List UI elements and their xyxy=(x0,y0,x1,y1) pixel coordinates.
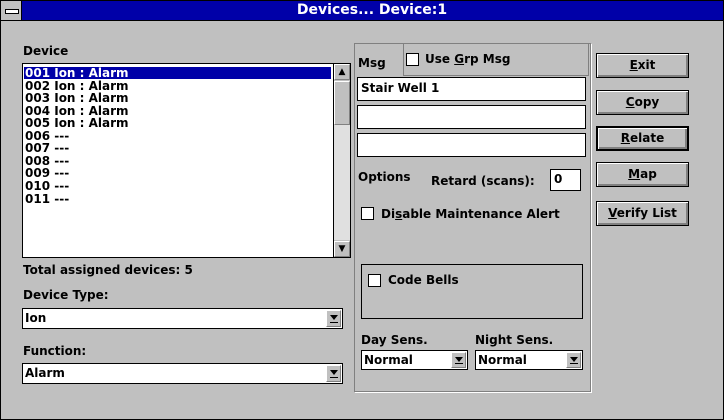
device-list-item[interactable]: 002 Ion : Alarm xyxy=(24,80,129,92)
retard-label: Retard (scans): xyxy=(431,174,535,188)
function-value: Alarm xyxy=(25,366,65,380)
device-list-item[interactable]: 009 --- xyxy=(24,167,69,179)
night-sens-value: Normal xyxy=(478,353,527,367)
msg-line-3-input[interactable] xyxy=(357,133,586,157)
dropdown-arrow-icon[interactable] xyxy=(326,310,341,327)
disable-maintenance-label[interactable]: Disable Maintenance Alert xyxy=(381,207,560,221)
window-title: Devices... Device:1 xyxy=(296,2,448,18)
scroll-thumb[interactable] xyxy=(334,81,350,125)
device-list-item[interactable]: 004 Ion : Alarm xyxy=(24,105,129,117)
total-assigned-text: Total assigned devices: 5 xyxy=(23,263,193,277)
verify-list-button[interactable]: Verify List xyxy=(596,201,689,226)
msg-line-2-input[interactable] xyxy=(357,105,586,129)
copy-button[interactable]: Copy xyxy=(596,90,689,115)
use-grp-msg-label[interactable]: Use Grp Msg xyxy=(425,52,510,66)
disable-maintenance-checkbox[interactable] xyxy=(361,207,374,220)
relate-button[interactable]: Relate xyxy=(596,126,689,151)
use-grp-msg-checkbox[interactable] xyxy=(406,53,419,66)
exit-button[interactable]: Exit xyxy=(596,53,689,78)
msg-line-1-input[interactable]: Stair Well 1 xyxy=(357,77,586,101)
device-list-item[interactable]: 007 --- xyxy=(24,142,69,154)
scroll-track[interactable] xyxy=(334,125,350,240)
retard-scans-input[interactable]: 0 xyxy=(550,169,581,191)
device-list-label: Device xyxy=(23,44,69,58)
dropdown-arrow-icon[interactable] xyxy=(566,352,581,368)
arrow-down-icon: ▼ xyxy=(338,244,346,254)
day-sens-value: Normal xyxy=(364,353,413,367)
msg-label: Msg xyxy=(358,56,386,70)
devices-window: Devices... Device:1 Device 001 Ion : Ala… xyxy=(0,0,724,420)
device-list-item[interactable]: 003 Ion : Alarm xyxy=(24,92,129,104)
dropdown-arrow-icon[interactable] xyxy=(451,352,466,368)
device-type-combo[interactable]: Ion xyxy=(22,308,343,329)
arrow-up-icon: ▲ xyxy=(338,67,346,77)
device-list-item[interactable]: 010 --- xyxy=(24,180,69,192)
night-sens-label: Night Sens. xyxy=(475,333,554,347)
device-listbox[interactable]: 001 Ion : Alarm 002 Ion : Alarm 003 Ion : … xyxy=(22,63,351,258)
day-sens-combo[interactable]: Normal xyxy=(361,350,468,370)
device-list-item[interactable]: 006 --- xyxy=(24,130,69,142)
map-button[interactable]: Map xyxy=(596,162,689,187)
title-bar: Devices... Device:1 xyxy=(1,1,723,21)
system-menu-button[interactable] xyxy=(1,1,22,20)
device-list-item[interactable]: 001 Ion : Alarm xyxy=(24,67,331,79)
device-type-value: Ion xyxy=(25,311,47,325)
code-bells-label[interactable]: Code Bells xyxy=(388,273,459,287)
function-combo[interactable]: Alarm xyxy=(22,363,343,384)
system-menu-icon xyxy=(5,9,19,14)
scroll-down-button[interactable]: ▼ xyxy=(334,241,350,257)
device-list-item[interactable]: 005 Ion : Alarm xyxy=(24,117,129,129)
scroll-up-button[interactable]: ▲ xyxy=(334,64,350,80)
device-list-scrollbar[interactable]: ▲ ▼ xyxy=(333,64,350,257)
night-sens-combo[interactable]: Normal xyxy=(475,350,583,370)
options-label: Options xyxy=(358,170,411,184)
device-list-item[interactable]: 008 --- xyxy=(24,155,69,167)
function-label: Function: xyxy=(23,344,87,358)
code-bells-checkbox[interactable] xyxy=(368,274,381,287)
device-type-label: Device Type: xyxy=(23,288,109,302)
day-sens-label: Day Sens. xyxy=(361,333,428,347)
dropdown-arrow-icon[interactable] xyxy=(326,365,341,382)
device-list-item[interactable]: 011 --- xyxy=(24,193,69,205)
